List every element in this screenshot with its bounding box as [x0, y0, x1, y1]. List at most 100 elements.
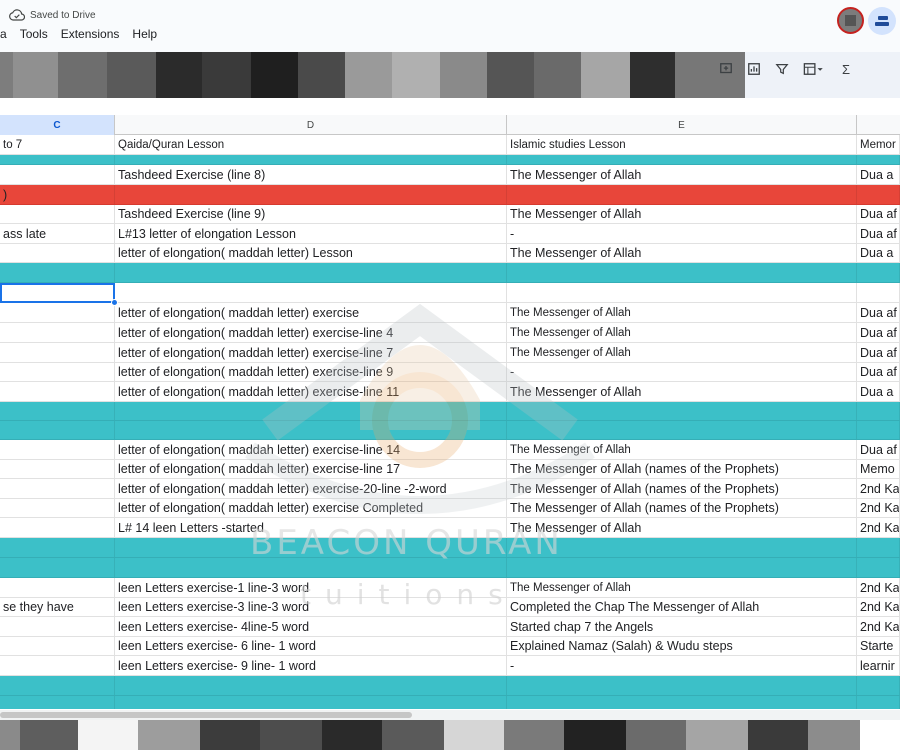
cell-c[interactable]: [0, 656, 115, 675]
cell-c[interactable]: [0, 578, 115, 597]
cell-c[interactable]: [0, 617, 115, 636]
cell-d[interactable]: leen Letters exercise- 4line-5 word: [115, 617, 507, 636]
column-header-e[interactable]: E: [507, 115, 857, 135]
cell-f[interactable]: 2nd Ka: [857, 617, 900, 636]
cell-d[interactable]: [115, 402, 507, 420]
cell-e[interactable]: -: [507, 363, 857, 381]
cell-f[interactable]: Dua af: [857, 303, 900, 322]
cell-e[interactable]: The Messenger of Allah: [507, 323, 857, 342]
cell-e[interactable]: Explained Namaz (Salah) & Wudu steps: [507, 637, 857, 655]
cell-d[interactable]: letter of elongation( maddah letter) Les…: [115, 244, 507, 262]
cell-d[interactable]: [115, 676, 507, 695]
cell-f[interactable]: Starte: [857, 637, 900, 655]
cell-c[interactable]: [0, 323, 115, 342]
cell-d[interactable]: Tashdeed Exercise (line 8): [115, 165, 507, 184]
cell-f[interactable]: Memor: [857, 135, 900, 154]
cell-c[interactable]: [0, 244, 115, 262]
cell-f[interactable]: 2nd Ka: [857, 578, 900, 597]
cell-e[interactable]: The Messenger of Allah: [507, 244, 857, 262]
selected-cell[interactable]: [0, 283, 115, 303]
filter-views-icon[interactable]: [802, 61, 826, 77]
cell-e[interactable]: The Messenger of Allah: [507, 205, 857, 223]
cell-e[interactable]: [507, 185, 857, 204]
cell-d[interactable]: letter of elongation( maddah letter) exe…: [115, 343, 507, 362]
cell-d[interactable]: [115, 696, 507, 709]
cell-f[interactable]: Dua af: [857, 224, 900, 243]
cell-c[interactable]: ): [0, 185, 115, 204]
cell-d[interactable]: Qaida/Quran Lesson: [115, 135, 507, 154]
cell-c[interactable]: [0, 155, 115, 164]
cell-e[interactable]: Completed the Chap The Messenger of Alla…: [507, 598, 857, 616]
cell-c[interactable]: [0, 263, 115, 282]
cell-d[interactable]: letter of elongation( maddah letter) exe…: [115, 440, 507, 459]
cell-e[interactable]: [507, 402, 857, 420]
cell-e[interactable]: Started chap 7 the Angels: [507, 617, 857, 636]
cell-c[interactable]: ass late: [0, 224, 115, 243]
cell-e[interactable]: Islamic studies Lesson: [507, 135, 857, 154]
cell-c[interactable]: [0, 421, 115, 439]
cell-c[interactable]: [0, 165, 115, 184]
cell-c[interactable]: [0, 676, 115, 695]
cell-f[interactable]: Dua af: [857, 440, 900, 459]
cell-c[interactable]: [0, 637, 115, 655]
cell-e[interactable]: [507, 155, 857, 164]
cell-c[interactable]: to 7: [0, 135, 115, 154]
cell-f[interactable]: learnir: [857, 656, 900, 675]
cell-d[interactable]: letter of elongation( maddah letter) exe…: [115, 382, 507, 401]
cell-f[interactable]: [857, 155, 900, 164]
cell-c[interactable]: se they have: [0, 598, 115, 616]
cell-e[interactable]: [507, 676, 857, 695]
cell-f[interactable]: [857, 538, 900, 557]
cell-c[interactable]: [0, 402, 115, 420]
sheet-grid[interactable]: to 7 Qaida/Quran Lesson Islamic studies Le…: [0, 135, 900, 709]
cell-f[interactable]: [857, 696, 900, 709]
cell-e[interactable]: The Messenger of Allah: [507, 382, 857, 401]
cell-f[interactable]: 2nd Ka: [857, 518, 900, 537]
cell-e[interactable]: The Messenger of Allah: [507, 343, 857, 362]
cell-f[interactable]: [857, 402, 900, 420]
cell-f[interactable]: [857, 676, 900, 695]
cell-d[interactable]: [115, 155, 507, 164]
cell-d[interactable]: letter of elongation( maddah letter) exe…: [115, 499, 507, 517]
cell-f[interactable]: [857, 283, 900, 302]
cell-d[interactable]: L#13 letter of elongation Lesson: [115, 224, 507, 243]
cell-f[interactable]: [857, 263, 900, 282]
cell-d[interactable]: letter of elongation( maddah letter) exe…: [115, 460, 507, 478]
cell-e[interactable]: The Messenger of Allah (names of the Pro…: [507, 460, 857, 478]
column-header-c[interactable]: C: [0, 115, 115, 135]
cell-e[interactable]: [507, 283, 857, 302]
cell-d[interactable]: letter of elongation( maddah letter) exe…: [115, 479, 507, 498]
cell-c[interactable]: [0, 205, 115, 223]
cell-f[interactable]: 2nd Ka: [857, 479, 900, 498]
horizontal-scrollbar[interactable]: [0, 710, 900, 720]
functions-icon[interactable]: Σ: [838, 61, 854, 77]
cell-f[interactable]: 2nd Ka: [857, 598, 900, 616]
cell-c[interactable]: [0, 303, 115, 322]
cell-f[interactable]: [857, 558, 900, 577]
cell-d[interactable]: Tashdeed Exercise (line 9): [115, 205, 507, 223]
cell-f[interactable]: [857, 421, 900, 439]
cell-f[interactable]: Dua af: [857, 205, 900, 223]
cell-e[interactable]: The Messenger of Allah: [507, 165, 857, 184]
add-comment-icon[interactable]: [718, 61, 734, 77]
cell-e[interactable]: [507, 421, 857, 439]
cell-c[interactable]: [0, 363, 115, 381]
cell-c[interactable]: [0, 460, 115, 478]
cell-d[interactable]: letter of elongation( maddah letter) exe…: [115, 363, 507, 381]
account-icon[interactable]: [868, 7, 896, 35]
cell-c[interactable]: [0, 558, 115, 577]
cell-c[interactable]: [0, 518, 115, 537]
menu-item-partial[interactable]: a: [0, 27, 7, 41]
cell-f[interactable]: Dua a: [857, 382, 900, 401]
cell-e[interactable]: [507, 696, 857, 709]
save-status[interactable]: Saved to Drive: [9, 8, 96, 22]
cell-c[interactable]: [0, 440, 115, 459]
cell-e[interactable]: [507, 263, 857, 282]
menu-item-tools[interactable]: Tools: [20, 27, 48, 41]
cell-f[interactable]: 2nd Ka: [857, 499, 900, 517]
cell-d[interactable]: leen Letters exercise- 9 line- 1 word: [115, 656, 507, 675]
cell-e[interactable]: The Messenger of Allah: [507, 578, 857, 597]
cell-c[interactable]: [0, 538, 115, 557]
cell-c[interactable]: [0, 499, 115, 517]
cell-f[interactable]: [857, 185, 900, 204]
